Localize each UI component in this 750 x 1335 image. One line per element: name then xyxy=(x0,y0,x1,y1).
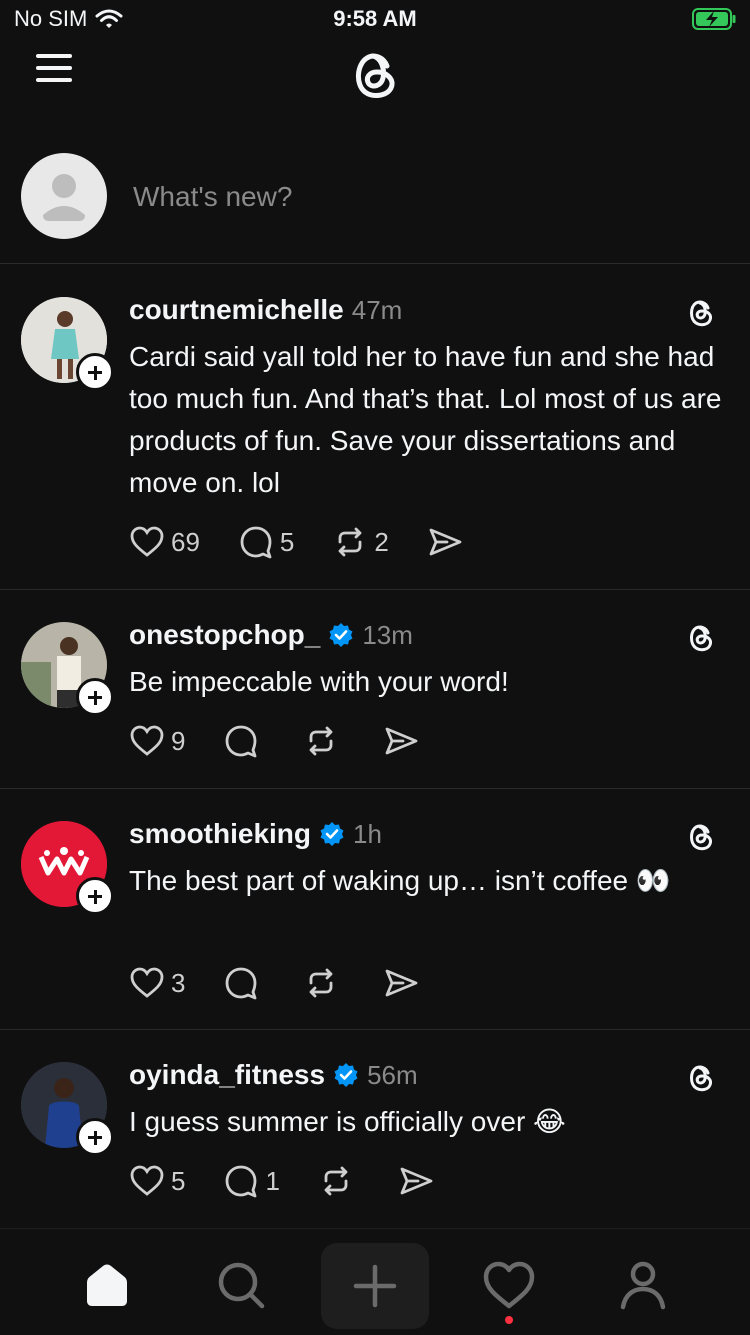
activity-notification-dot xyxy=(505,1316,513,1324)
like-button[interactable]: 9 xyxy=(129,723,185,759)
status-bar: No SIM 9:58 AM xyxy=(0,0,750,40)
post-header: oyinda_fitness 56m xyxy=(129,1059,418,1091)
share-button[interactable] xyxy=(383,723,419,759)
follow-button[interactable] xyxy=(76,353,114,391)
post-header: smoothieking 1h xyxy=(129,818,382,850)
repost-icon xyxy=(310,726,333,756)
send-icon xyxy=(429,528,462,556)
repost-button[interactable] xyxy=(303,723,345,759)
search-icon[interactable] xyxy=(213,1257,269,1313)
post-text: Be impeccable with your word! xyxy=(129,666,509,697)
username[interactable]: onestopchop_ xyxy=(129,619,320,651)
compose-icon xyxy=(353,1264,397,1308)
like-count: 3 xyxy=(171,967,186,998)
heart-icon xyxy=(130,725,164,756)
home-icon[interactable] xyxy=(79,1257,135,1313)
threads-mini-icon[interactable] xyxy=(684,620,718,654)
heart-icon xyxy=(130,1165,164,1196)
verified-badge-icon xyxy=(320,822,344,846)
default-user-icon xyxy=(43,174,85,221)
feed-post[interactable]: oyinda_fitness 56m I guess summer is off… xyxy=(0,1029,750,1229)
reply-button[interactable] xyxy=(223,723,265,759)
post-actions: 5 1 xyxy=(129,1163,472,1199)
verified-badge-icon xyxy=(334,1063,358,1087)
post-text: I guess summer is officially over 😂 xyxy=(129,1106,566,1137)
verified-badge-icon xyxy=(329,623,353,647)
comment-icon xyxy=(226,967,257,1000)
post-text: The best part of waking up… isn’t coffee… xyxy=(129,865,671,896)
composer-placeholder[interactable]: What's new? xyxy=(133,181,292,213)
like-count: 69 xyxy=(171,526,200,557)
profile-icon[interactable] xyxy=(615,1257,671,1313)
comment-icon xyxy=(240,526,272,559)
comment-icon xyxy=(226,725,257,758)
send-icon xyxy=(386,727,418,755)
threads-mini-icon[interactable] xyxy=(684,1060,718,1094)
follow-button[interactable] xyxy=(76,877,114,915)
repost-button[interactable]: 2 xyxy=(332,524,389,560)
share-button[interactable] xyxy=(398,1163,434,1199)
reply-button[interactable]: 1 xyxy=(223,1163,280,1199)
share-button[interactable] xyxy=(427,524,463,560)
threads-mini-icon[interactable] xyxy=(684,819,718,853)
post-text: Cardi said yall told her to have fun and… xyxy=(129,341,722,498)
threads-logo-icon[interactable] xyxy=(343,42,407,106)
like-count: 5 xyxy=(171,1165,186,1196)
follow-button[interactable] xyxy=(76,678,114,716)
post-time: 1h xyxy=(353,818,382,849)
reply-button[interactable]: 5 xyxy=(238,524,294,560)
like-button[interactable]: 69 xyxy=(129,524,200,560)
battery-charging-icon xyxy=(692,8,736,30)
heart-icon xyxy=(130,967,164,998)
reply-count: 1 xyxy=(265,1165,280,1196)
activity-icon[interactable] xyxy=(481,1257,537,1313)
post-header: courtnemichelle 47m xyxy=(129,294,402,326)
feed-post[interactable]: smoothieking 1h The best part of waking … xyxy=(0,788,750,1030)
reply-button[interactable] xyxy=(223,965,265,1001)
post-time: 13m xyxy=(362,619,413,650)
share-button[interactable] xyxy=(383,965,419,1001)
like-count: 9 xyxy=(171,725,186,756)
tab-bar xyxy=(0,1228,750,1335)
repost-icon xyxy=(310,968,333,998)
like-button[interactable]: 5 xyxy=(129,1163,185,1199)
repost-button[interactable] xyxy=(318,1163,360,1199)
repost-count: 2 xyxy=(374,526,389,557)
post-header: onestopchop_ 13m xyxy=(129,619,413,651)
follow-button[interactable] xyxy=(76,1118,114,1156)
repost-icon xyxy=(338,527,362,557)
reply-count: 5 xyxy=(279,526,295,557)
send-icon xyxy=(386,969,418,997)
username[interactable]: smoothieking xyxy=(129,818,311,850)
feed-post[interactable]: onestopchop_ 13m Be impeccable with your… xyxy=(0,589,750,789)
compose-button[interactable] xyxy=(321,1243,429,1329)
threads-mini-icon[interactable] xyxy=(684,295,718,329)
repost-icon xyxy=(324,1166,348,1196)
heart-icon xyxy=(130,526,164,557)
repost-button[interactable] xyxy=(303,965,345,1001)
user-avatar[interactable] xyxy=(21,153,107,239)
send-icon xyxy=(400,1167,433,1195)
username[interactable]: oyinda_fitness xyxy=(129,1059,325,1091)
post-actions: 9 xyxy=(129,723,457,759)
clock: 9:58 AM xyxy=(333,6,417,31)
app-header xyxy=(0,40,750,110)
username[interactable]: courtnemichelle xyxy=(129,294,344,326)
menu-button[interactable] xyxy=(36,52,76,84)
post-time: 47m xyxy=(351,294,403,325)
post-time: 56m xyxy=(367,1059,418,1090)
feed-post[interactable]: courtnemichelle 47m Cardi said yall told… xyxy=(0,264,750,590)
composer[interactable]: What's new? xyxy=(0,145,750,264)
post-actions: 3 xyxy=(129,965,457,1001)
post-actions: 69 5 2 xyxy=(129,524,501,560)
like-button[interactable]: 3 xyxy=(129,965,185,1001)
comment-icon xyxy=(226,1165,257,1198)
